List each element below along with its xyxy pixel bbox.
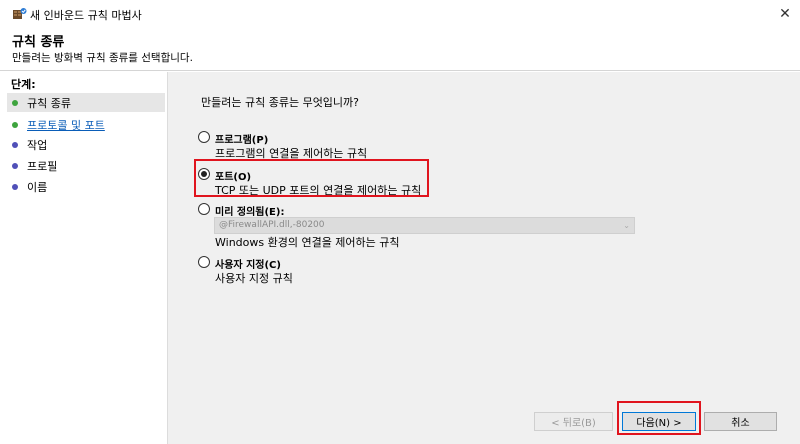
step-complete-icon [12, 99, 18, 106]
sidebar-step-label: 프로필 [27, 159, 58, 173]
sidebar-step-label: 프로토콜 및 포트 [27, 118, 105, 132]
predefined-rule-select[interactable]: @FirewallAPI.dll,-80200 ⌄ [214, 217, 635, 234]
option-label: 프로그램(P) [215, 135, 269, 146]
radio-custom[interactable] [198, 256, 210, 268]
radio-program[interactable] [198, 131, 210, 143]
close-icon: ✕ [779, 5, 791, 22]
window-title: 새 인바운드 규칙 마법사 [30, 9, 142, 22]
close-button[interactable]: ✕ [770, 0, 800, 27]
sidebar-step-label: 규칙 종류 [27, 96, 71, 110]
firewall-wizard-icon [13, 8, 27, 19]
wizard-content: 만들려는 규칙 종류는 무엇입니까? 프로그램(P) 프로그램의 연결을 제어하… [167, 72, 800, 444]
radio-predefined[interactable] [198, 203, 210, 215]
highlight-box-port-option [194, 159, 429, 197]
sidebar-step-protocol-port[interactable]: 프로토콜 및 포트 [7, 115, 165, 134]
wizard-header: 규칙 종류 만들려는 방화벽 규칙 종류를 선택합니다. [0, 27, 800, 71]
option-description: Windows 환경의 연결을 제어하는 규칙 [215, 236, 400, 249]
step-complete-icon [12, 121, 18, 128]
chevron-down-icon: ⌄ [623, 221, 630, 230]
sidebar-step-label: 작업 [27, 138, 48, 152]
back-button[interactable]: < 뒤로(B) [534, 412, 613, 431]
steps-sidebar: 단계: 규칙 종류 프로토콜 및 포트 작업 프로필 이름 [7, 72, 167, 444]
sidebar-step-action: 작업 [7, 135, 165, 154]
sidebar-step-profile: 프로필 [7, 156, 165, 175]
option-label: 미리 정의됨(E): [215, 207, 285, 218]
step-pending-icon [12, 162, 18, 169]
predefined-rule-value: @FirewallAPI.dll,-80200 [219, 220, 325, 230]
sidebar-step-name: 이름 [7, 177, 165, 196]
option-description: 사용자 지정 규칙 [215, 272, 293, 285]
step-pending-icon [12, 183, 18, 190]
next-button[interactable]: 다음(N) > [622, 412, 696, 431]
option-label: 사용자 지정(C) [215, 260, 281, 271]
page-title: 규칙 종류 [12, 35, 65, 50]
page-description: 만들려는 방화벽 규칙 종류를 선택합니다. [12, 52, 193, 64]
sidebar-step-label: 이름 [27, 180, 48, 194]
step-pending-icon [12, 141, 18, 148]
sidebar-step-rule-type[interactable]: 규칙 종류 [7, 93, 165, 112]
title-bar: 새 인바운드 규칙 마법사 ✕ [0, 0, 800, 27]
steps-label: 단계: [11, 78, 36, 91]
rule-type-question: 만들려는 규칙 종류는 무엇입니까? [201, 96, 360, 109]
cancel-button[interactable]: 취소 [704, 412, 777, 431]
